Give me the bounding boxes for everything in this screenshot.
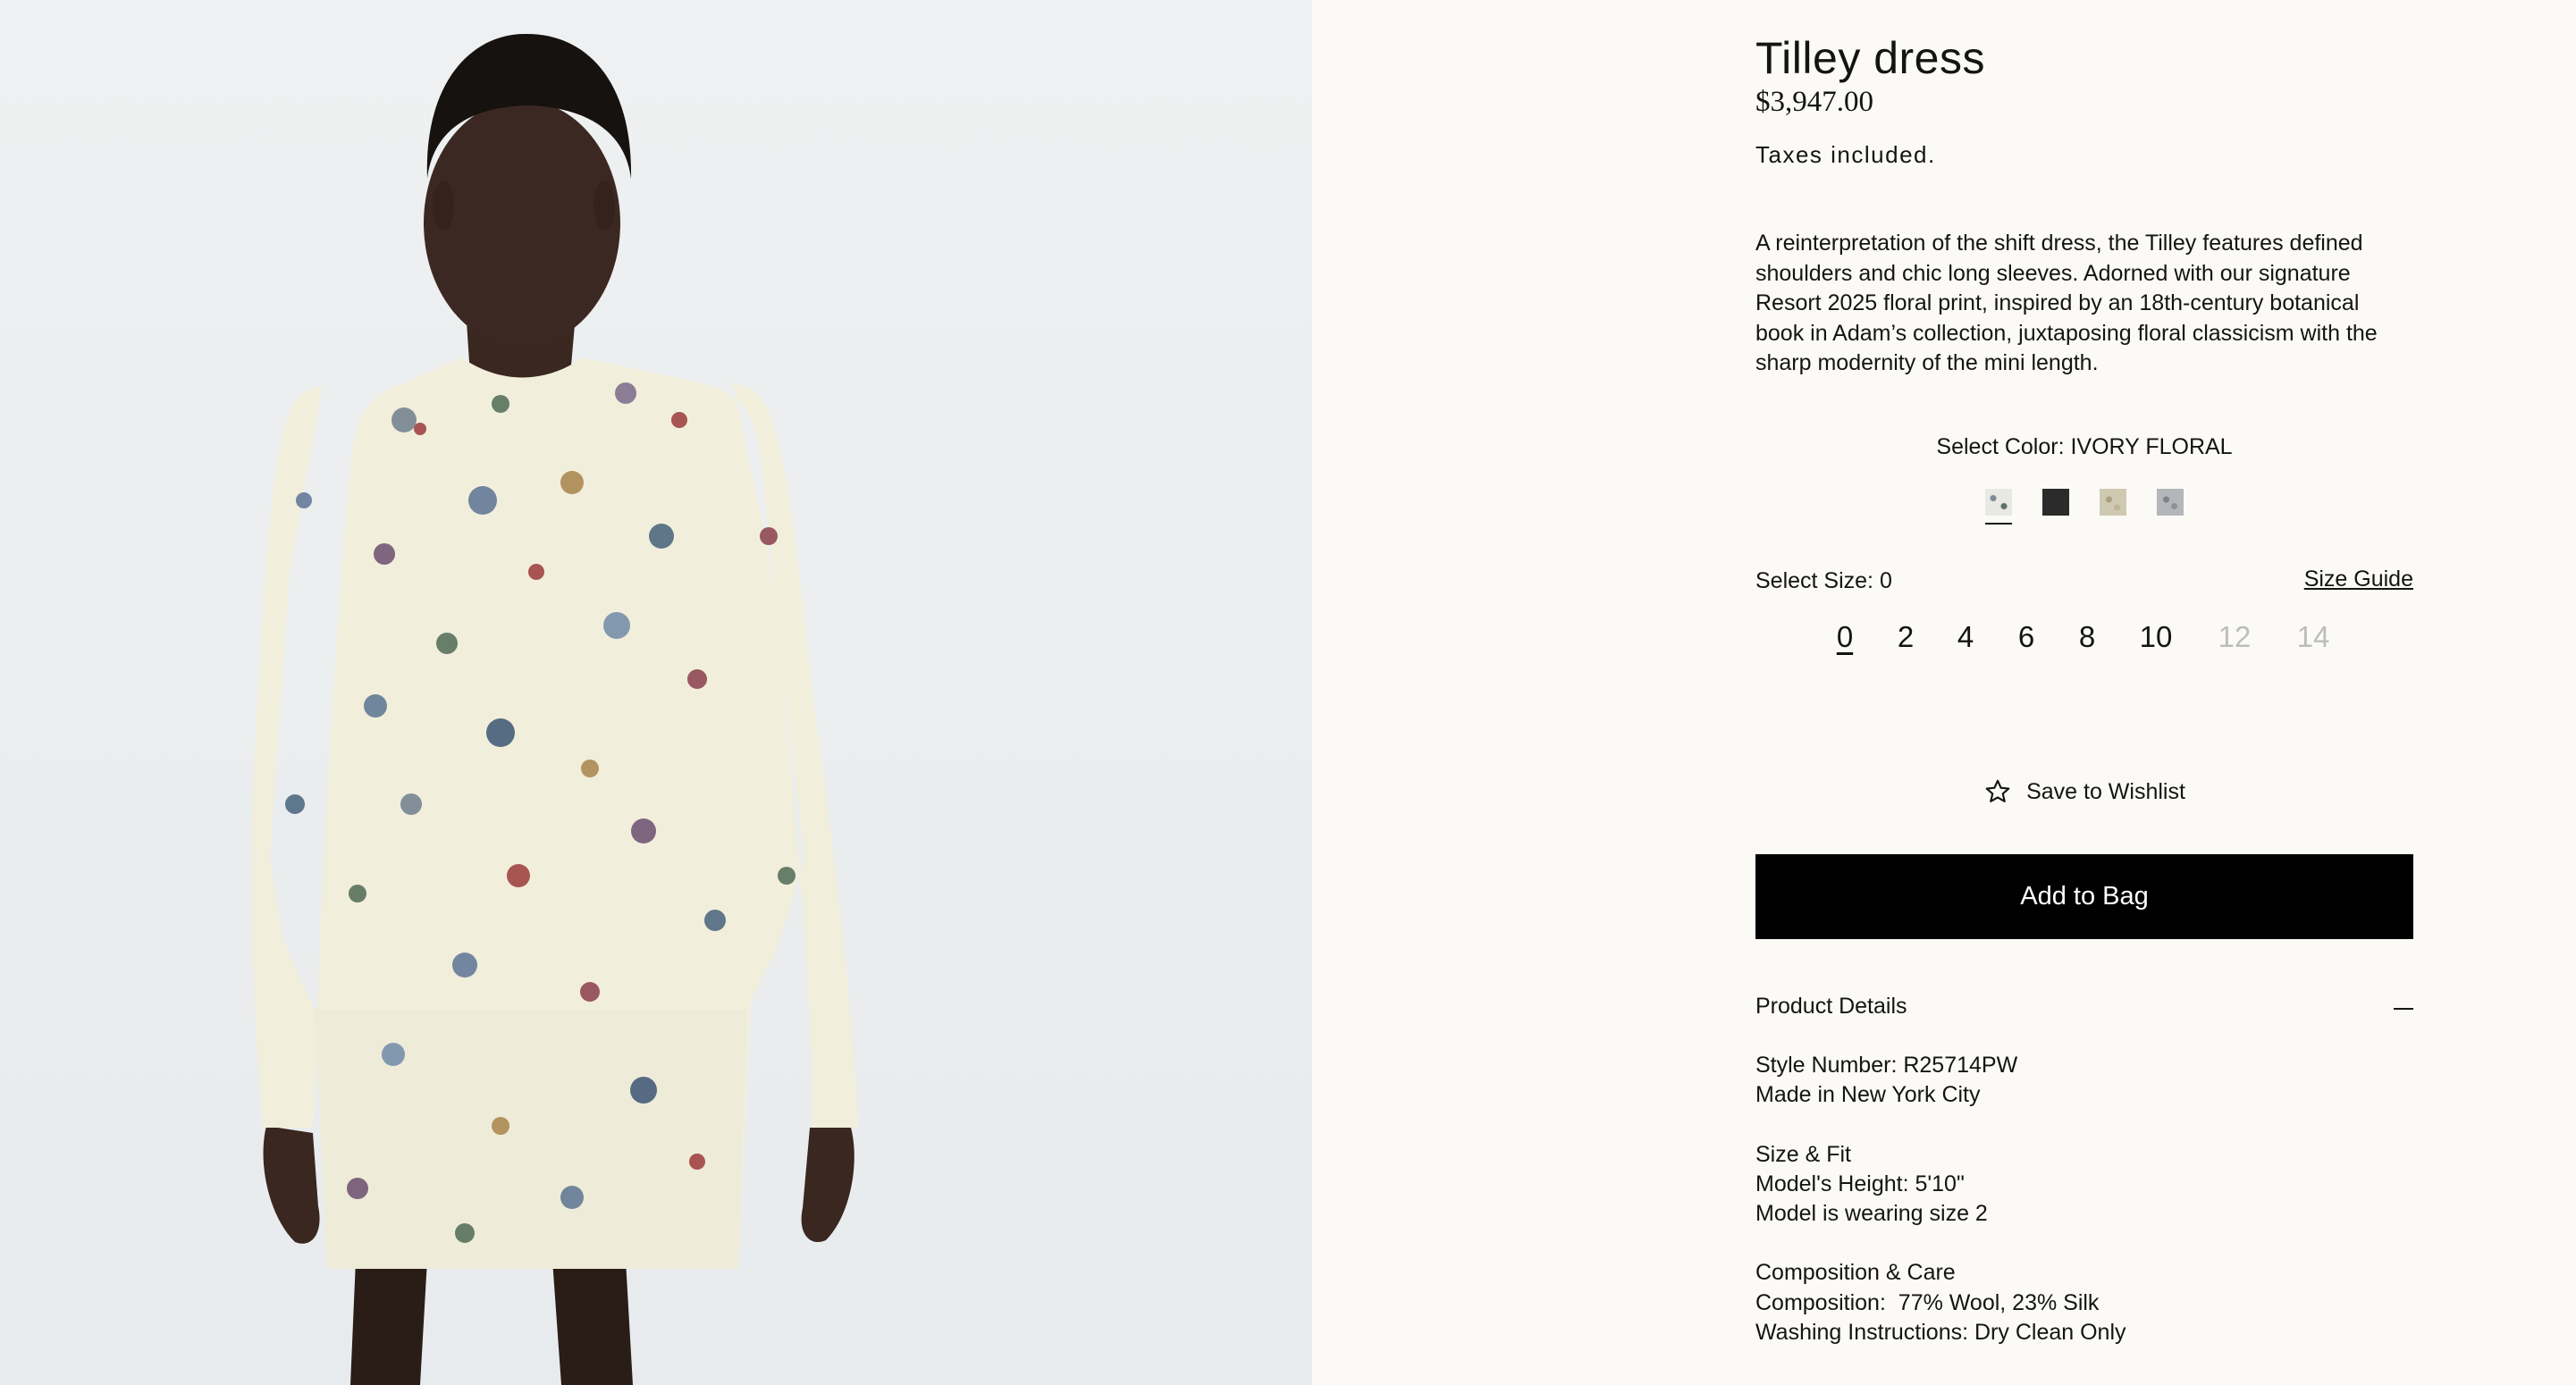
swatch-black[interactable] [2042, 489, 2069, 516]
star-icon [1985, 779, 2010, 802]
size-header: Select Size: 0 Size Guide [1755, 567, 2413, 604]
style-number: Style Number: R25714PW [1755, 1053, 2018, 1078]
size-options: 0 2 4 6 8 10 12 14 [1755, 620, 2413, 659]
size-option-12: 12 [2218, 620, 2252, 653]
size-option-14: 14 [2296, 620, 2330, 653]
washing-instructions: Washing Instructions: Dry Clean Only [1755, 1320, 2126, 1346]
swatch-grey-floral[interactable] [2157, 489, 2184, 516]
wishlist-label: Save to Wishlist [2026, 778, 2185, 804]
size-guide-link[interactable]: Size Guide [2304, 567, 2413, 592]
made-in: Made in New York City [1755, 1082, 1981, 1108]
product-image[interactable] [0, 0, 1312, 1385]
save-to-wishlist-button[interactable]: Save to Wishlist [1755, 777, 2413, 806]
product-details-toggle[interactable]: Product Details [1755, 994, 2413, 1024]
size-option-0[interactable]: 0 [1837, 620, 1853, 654]
size-option-6[interactable]: 6 [2018, 620, 2034, 654]
composition: Composition: 77% Wool, 23% Silk [1755, 1289, 2100, 1315]
size-fit-heading: Size & Fit [1755, 1141, 1851, 1167]
size-option-8[interactable]: 8 [2079, 620, 2095, 654]
product-details-title: Product Details [1755, 994, 1907, 1019]
size-label: Select Size: 0 [1755, 568, 1892, 593]
product-description: A reinterpretation of the shift dress, t… [1755, 231, 2378, 375]
model-photo [251, 33, 858, 1385]
model-size: Model is wearing size 2 [1755, 1201, 1988, 1227]
product-info-panel: Tilley dress $3,947.00 Taxes included. A… [1755, 0, 2413, 1385]
add-to-bag-button[interactable]: Add to Bag [1755, 854, 2413, 939]
tax-note: Taxes included. [1755, 141, 1936, 168]
size-option-10[interactable]: 10 [2140, 620, 2173, 654]
product-title: Tilley dress [1755, 32, 1985, 83]
swatch-ivory-floral[interactable] [1985, 489, 2012, 525]
color-label: Select Color: IVORY FLORAL [1936, 434, 2233, 459]
size-option-4[interactable]: 4 [1957, 620, 1974, 654]
product-details-content: Style Number: R25714PW Made in New York … [1755, 1051, 2413, 1347]
product-price: $3,947.00 [1755, 86, 1873, 118]
collapse-minus-icon [2394, 1008, 2413, 1010]
size-option-2[interactable]: 2 [1898, 620, 1914, 654]
color-swatches [1755, 489, 2413, 525]
swatch-khaki-floral[interactable] [2100, 489, 2126, 516]
composition-heading: Composition & Care [1755, 1260, 1956, 1286]
model-height: Model's Height: 5'10" [1755, 1171, 1965, 1196]
